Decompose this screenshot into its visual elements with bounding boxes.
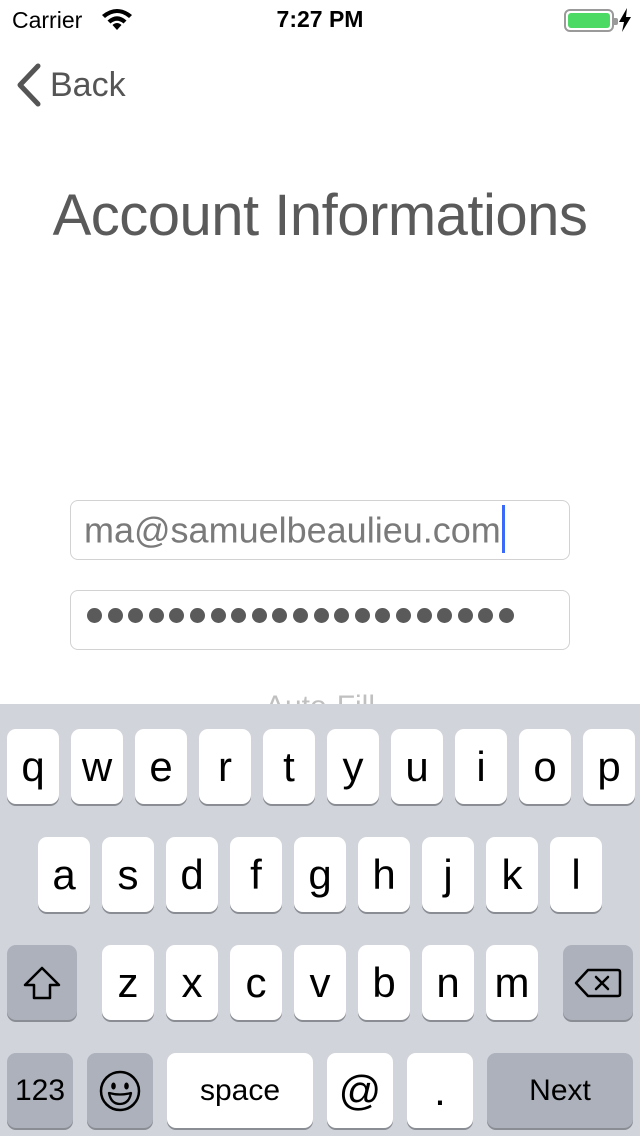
password-dot bbox=[437, 608, 453, 623]
key-x[interactable]: x bbox=[166, 945, 218, 1020]
password-dot bbox=[354, 608, 370, 623]
key-z[interactable]: z bbox=[102, 945, 154, 1020]
password-dot bbox=[169, 608, 185, 623]
key-c[interactable]: c bbox=[230, 945, 282, 1020]
password-dot bbox=[334, 608, 350, 623]
email-value: ma@samuelbeaulieu.com bbox=[84, 505, 505, 557]
key-n[interactable]: n bbox=[422, 945, 474, 1020]
text-cursor bbox=[501, 505, 505, 553]
key-d[interactable]: d bbox=[166, 837, 218, 912]
space-key[interactable]: space bbox=[167, 1053, 313, 1128]
password-mask bbox=[87, 608, 514, 623]
battery-icon bbox=[564, 9, 618, 32]
bolt-icon bbox=[619, 8, 631, 32]
key-p[interactable]: p bbox=[583, 729, 635, 804]
password-dot bbox=[313, 608, 329, 623]
password-dot bbox=[416, 608, 432, 623]
key-k[interactable]: k bbox=[486, 837, 538, 912]
next-key[interactable]: Next bbox=[487, 1053, 633, 1128]
key-g[interactable]: g bbox=[294, 837, 346, 912]
key-s[interactable]: s bbox=[102, 837, 154, 912]
delete-key[interactable] bbox=[563, 945, 633, 1020]
key-h[interactable]: h bbox=[358, 837, 410, 912]
password-dot bbox=[210, 608, 226, 623]
password-dot bbox=[87, 608, 102, 623]
password-dot bbox=[148, 608, 164, 623]
battery-level bbox=[568, 13, 610, 28]
key-f[interactable]: f bbox=[230, 837, 282, 912]
chevron-left-icon bbox=[17, 63, 41, 107]
back-button[interactable]: Back bbox=[14, 60, 126, 110]
password-dot bbox=[272, 608, 288, 623]
numbers-key[interactable]: 123 bbox=[7, 1053, 73, 1128]
password-dot bbox=[375, 608, 391, 623]
key-m[interactable]: m bbox=[486, 945, 538, 1020]
key-q[interactable]: q bbox=[7, 729, 59, 804]
key-u[interactable]: u bbox=[391, 729, 443, 804]
password-dot bbox=[395, 608, 411, 623]
password-dot bbox=[292, 608, 308, 623]
key-w[interactable]: w bbox=[71, 729, 123, 804]
key-i[interactable]: i bbox=[455, 729, 507, 804]
key-l[interactable]: l bbox=[550, 837, 602, 912]
key-t[interactable]: t bbox=[263, 729, 315, 804]
key-e[interactable]: e bbox=[135, 729, 187, 804]
key-a[interactable]: a bbox=[38, 837, 90, 912]
password-field[interactable] bbox=[70, 590, 570, 650]
key-y[interactable]: y bbox=[327, 729, 379, 804]
password-dot bbox=[251, 608, 267, 623]
password-dot bbox=[498, 608, 514, 623]
key-b[interactable]: b bbox=[358, 945, 410, 1020]
key-r[interactable]: r bbox=[199, 729, 251, 804]
email-text: ma@samuelbeaulieu.com bbox=[84, 509, 501, 551]
emoji-icon bbox=[99, 1070, 141, 1111]
period-key[interactable]: . bbox=[407, 1053, 473, 1128]
keyboard: qwertyuiop asdfghjkl zxcvbnm 123 space @… bbox=[0, 704, 640, 1136]
shift-key[interactable] bbox=[7, 945, 77, 1020]
email-field[interactable]: ma@samuelbeaulieu.com bbox=[70, 500, 570, 560]
password-dot bbox=[189, 608, 205, 623]
status-bar: Carrier 7:27 PM bbox=[0, 0, 640, 40]
password-dot bbox=[107, 608, 123, 623]
password-dot bbox=[231, 608, 247, 623]
at-key[interactable]: @ bbox=[327, 1053, 393, 1128]
key-o[interactable]: o bbox=[519, 729, 571, 804]
page-title: Account Informations bbox=[52, 183, 588, 248]
clock: 7:27 PM bbox=[276, 6, 364, 32]
password-dot bbox=[128, 608, 144, 623]
password-dot bbox=[457, 608, 473, 623]
delete-backspace-icon bbox=[574, 968, 622, 997]
password-dot bbox=[478, 608, 494, 623]
key-v[interactable]: v bbox=[294, 945, 346, 1020]
back-label: Back bbox=[50, 65, 126, 104]
key-j[interactable]: j bbox=[422, 837, 474, 912]
shift-icon bbox=[23, 966, 61, 999]
emoji-key[interactable] bbox=[87, 1053, 153, 1128]
